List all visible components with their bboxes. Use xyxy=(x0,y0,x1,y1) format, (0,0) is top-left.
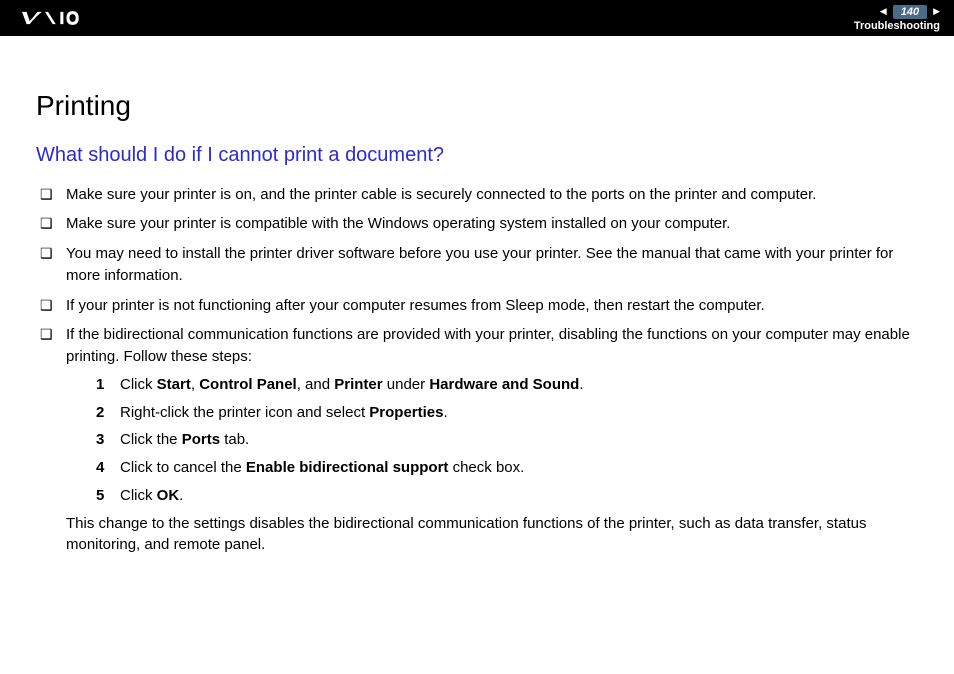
step-text: Click OK. xyxy=(120,487,183,504)
step-item: 1 Click Start, Control Panel, and Printe… xyxy=(66,374,918,396)
vaio-logo xyxy=(22,10,114,26)
bullet-item: Make sure your printer is on, and the pr… xyxy=(36,184,918,206)
bullet-item: If the bidirectional communication funct… xyxy=(36,324,918,556)
step-item: 3 Click the Ports tab. xyxy=(66,429,918,451)
step-item: 5 Click OK. xyxy=(66,485,918,507)
closing-text: This change to the settings disables the… xyxy=(66,513,918,557)
bullet-text: If the bidirectional communication funct… xyxy=(66,326,910,365)
step-number: 2 xyxy=(96,402,104,424)
page-content: Printing What should I do if I cannot pr… xyxy=(0,36,954,556)
step-text: Click Start, Control Panel, and Printer … xyxy=(120,376,584,393)
page-nav: ◀ 140 ▶ xyxy=(880,5,940,19)
step-item: 4 Click to cancel the Enable bidirection… xyxy=(66,457,918,479)
step-text: Click the Ports tab. xyxy=(120,431,249,448)
bullet-item: If your printer is not functioning after… xyxy=(36,295,918,317)
header-bar: ◀ 140 ▶ Troubleshooting xyxy=(0,0,954,36)
bullet-item: Make sure your printer is compatible wit… xyxy=(36,213,918,235)
page-number-badge: 140 xyxy=(893,5,927,19)
bullet-item: You may need to install the printer driv… xyxy=(36,243,918,287)
step-number: 3 xyxy=(96,429,104,451)
step-item: 2 Right-click the printer icon and selec… xyxy=(66,402,918,424)
page-title: Printing xyxy=(36,86,918,127)
step-number: 5 xyxy=(96,485,104,507)
question-heading: What should I do if I cannot print a doc… xyxy=(36,141,918,170)
steps-list: 1 Click Start, Control Panel, and Printe… xyxy=(66,374,918,507)
section-name: Troubleshooting xyxy=(854,20,940,32)
step-number: 1 xyxy=(96,374,104,396)
header-right: ◀ 140 ▶ Troubleshooting xyxy=(854,5,940,32)
bullet-list: Make sure your printer is on, and the pr… xyxy=(36,184,918,557)
nav-next-icon[interactable]: ▶ xyxy=(933,6,940,17)
step-text: Right-click the printer icon and select … xyxy=(120,404,448,421)
nav-prev-icon[interactable]: ◀ xyxy=(880,6,887,17)
step-text: Click to cancel the Enable bidirectional… xyxy=(120,459,524,476)
step-number: 4 xyxy=(96,457,104,479)
